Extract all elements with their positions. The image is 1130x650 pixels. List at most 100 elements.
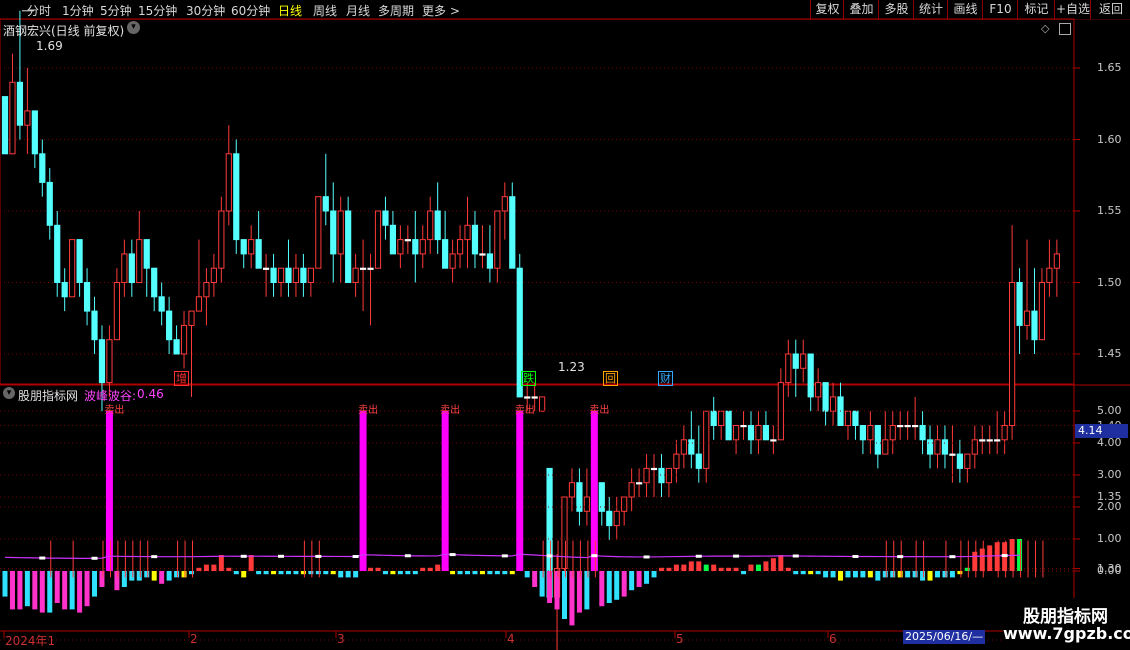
indicator-dot [643, 555, 650, 559]
indicator-bar [159, 571, 165, 584]
price-tick-label: 1.65 [1097, 61, 1122, 74]
indicator-bar [308, 571, 314, 575]
candle-body [1023, 310, 1031, 326]
indicator-bar [256, 571, 262, 575]
event-marker-增[interactable]: 增 [174, 371, 189, 386]
indicator-bar [666, 567, 672, 571]
indicator-bar [838, 571, 844, 581]
indicator-bar [24, 571, 30, 607]
indicator-bar [741, 571, 747, 575]
candle-body [434, 210, 441, 241]
candle-body [703, 410, 710, 469]
candle-body [113, 282, 121, 341]
candle-body [255, 239, 262, 269]
indicator-current-value: 4.14 [1075, 424, 1128, 438]
indicator-name[interactable]: 股朋指标网 [18, 387, 78, 404]
candle-body [98, 339, 106, 384]
date-tick-label: 5 [676, 632, 684, 646]
indicator-bar [576, 571, 582, 613]
candle-body [337, 210, 344, 255]
indicator-bar [427, 567, 433, 571]
indicator-bar [942, 571, 948, 578]
candle-body [91, 310, 98, 341]
indicator-bar [897, 571, 903, 578]
indicator-bar [472, 571, 478, 575]
watermark: 股朋指标网 www.7gpzb.com [1003, 598, 1130, 648]
indicator-bar [793, 571, 799, 575]
price-tick-label: 1.50 [1097, 275, 1122, 289]
candle-body [292, 267, 300, 284]
candle-body [807, 353, 814, 398]
indicator-chevron-icon[interactable]: ▾ [3, 387, 15, 399]
indicator-bar [77, 571, 83, 613]
indicator-dot [949, 555, 956, 559]
indicator-bar [584, 571, 590, 610]
indicator-bar [815, 571, 821, 575]
indicator-bar [547, 571, 553, 603]
indicator-bar [502, 571, 508, 575]
indicator-bar [271, 571, 277, 575]
stock-chart[interactable] [0, 0, 1130, 650]
indicator-bar [189, 571, 194, 575]
candle-body [822, 382, 829, 412]
event-marker-财[interactable]: 财 [658, 371, 673, 386]
indicator-bar [315, 571, 321, 575]
indicator-bar [293, 571, 299, 575]
indicator-dot [404, 554, 411, 558]
indicator-bar [785, 567, 791, 571]
event-marker-跌[interactable]: 跌 [521, 371, 536, 386]
candle-body [16, 81, 24, 126]
candle-body [494, 210, 501, 269]
candle-body [613, 510, 620, 527]
candle-body [1031, 310, 1038, 341]
indicator-bar [457, 571, 463, 575]
candle-body [404, 239, 411, 242]
candle-body [658, 467, 665, 484]
candle-body [285, 267, 292, 284]
indicator-bar [569, 571, 575, 626]
candle-body [747, 425, 755, 441]
candle-body [994, 439, 1001, 442]
candle-body [561, 496, 568, 569]
candle-body [718, 410, 725, 427]
candle-body [471, 224, 479, 255]
candle-body [882, 439, 889, 455]
candle-body [755, 425, 762, 441]
high-price-label: 1.69 [36, 39, 63, 53]
indicator-dot [591, 554, 598, 558]
candle-body [136, 239, 143, 284]
indicator-bar [397, 571, 403, 575]
indicator-bar [696, 561, 702, 571]
indicator-bar [359, 411, 367, 571]
candle-body [844, 410, 852, 427]
indicator-bar [114, 571, 120, 591]
candle-body [926, 439, 934, 455]
indicator-bar [285, 571, 291, 575]
diamond-icon[interactable]: ◇ [1041, 22, 1049, 35]
indicator-bar [69, 571, 75, 610]
indicator-dot [91, 556, 98, 560]
indicator-bar [300, 571, 306, 575]
indicator-dot [1001, 554, 1008, 558]
indicator-bar [390, 571, 396, 575]
candle-body [770, 439, 777, 442]
peak-sell-label: 卖出 [358, 405, 379, 416]
candle-body [964, 453, 971, 469]
indicator-bar [487, 571, 493, 575]
indicator-bar [726, 567, 732, 571]
candle-body [501, 196, 508, 212]
indicator-bar [972, 551, 978, 571]
indicator-bar [330, 571, 336, 575]
indicator-bar [882, 571, 888, 578]
event-marker-回[interactable]: 回 [603, 371, 618, 386]
candle-body [106, 339, 113, 384]
maximize-icon[interactable] [1059, 23, 1071, 35]
indicator-bar [949, 571, 955, 578]
indicator-bar [435, 564, 441, 571]
indicator-bar [32, 571, 38, 610]
indicator-bar [987, 545, 993, 571]
indicator-bar [778, 555, 784, 571]
candle-body [345, 210, 352, 283]
chevron-down-icon[interactable]: ▾ [127, 21, 140, 34]
candle-body [740, 425, 747, 428]
